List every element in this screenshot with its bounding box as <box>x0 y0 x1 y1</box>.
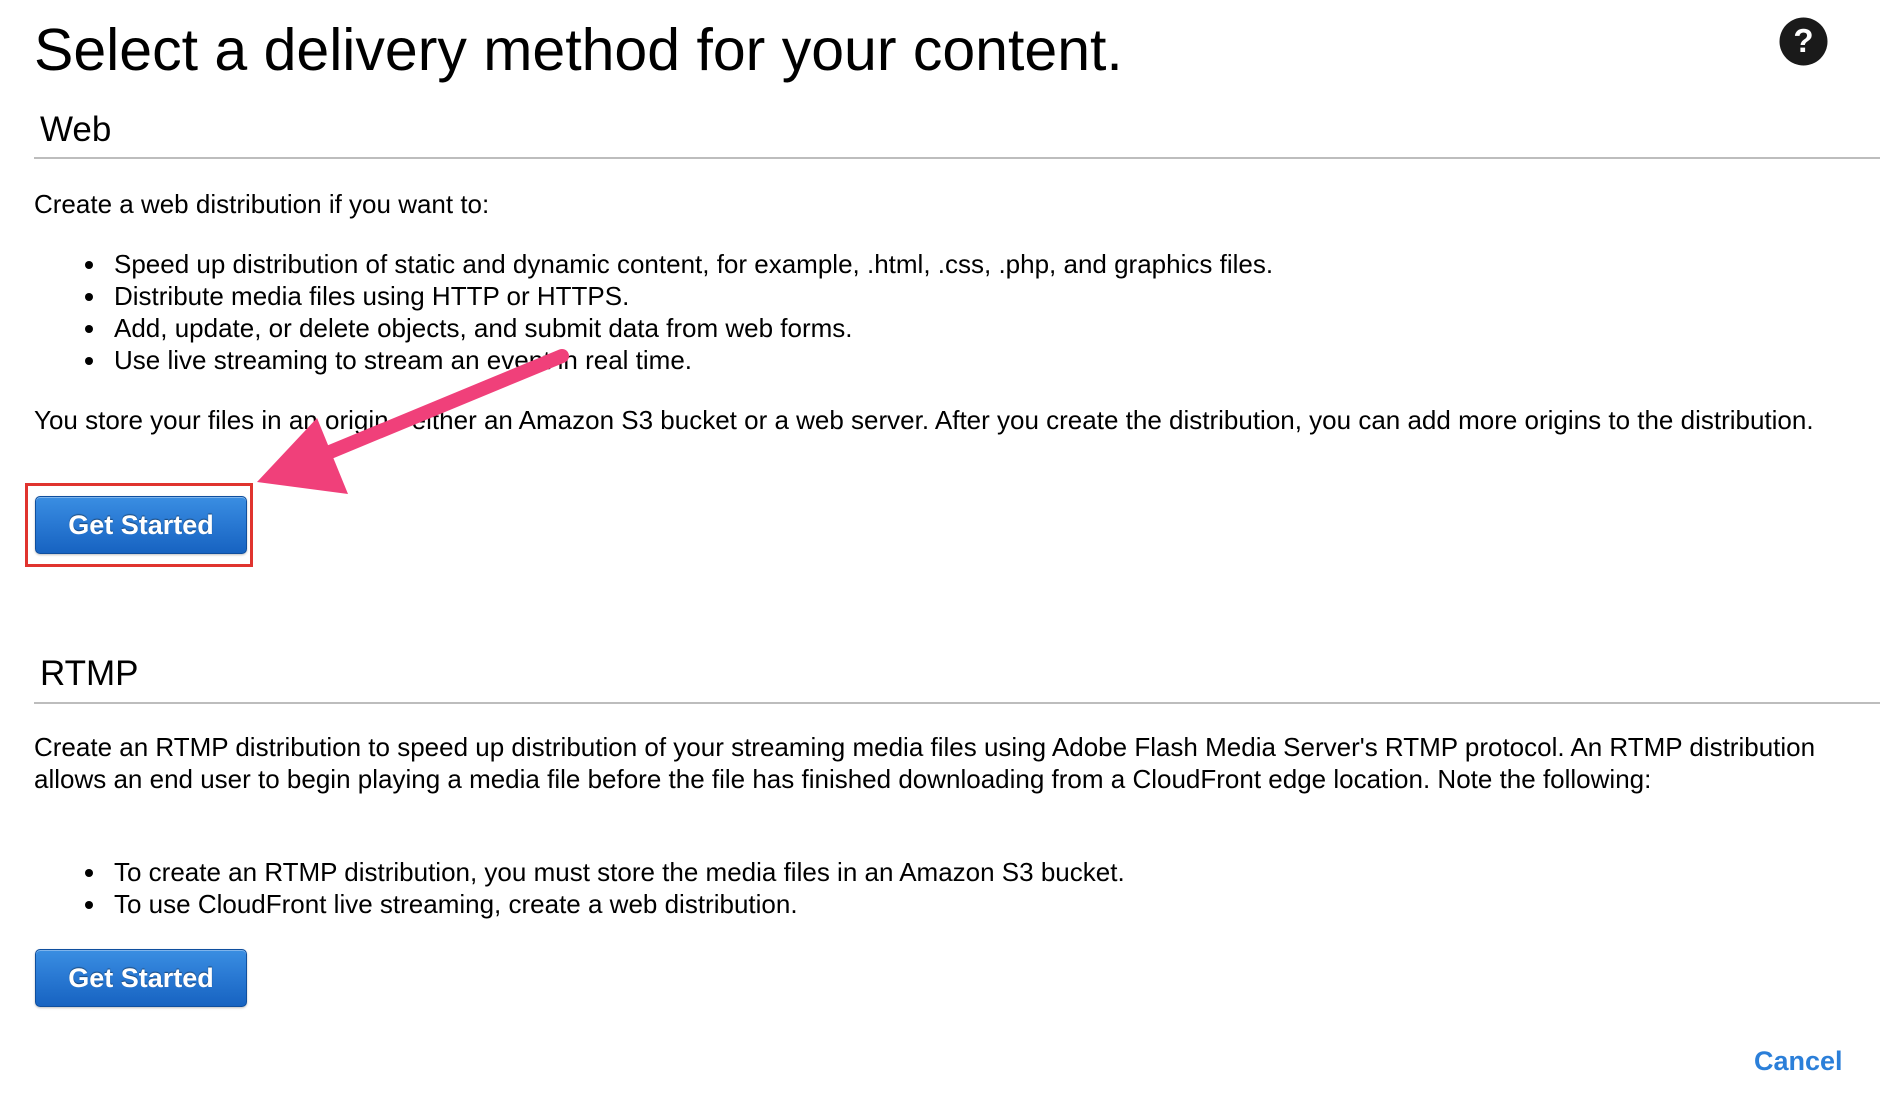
rtmp-section-divider <box>34 702 1880 704</box>
delivery-method-page: Select a delivery method for your conten… <box>0 0 1880 1116</box>
rtmp-bullet-item: To use CloudFront live streaming, create… <box>82 888 1125 920</box>
highlight-box <box>25 483 253 567</box>
web-origin-note: You store your files in an origin - eith… <box>34 405 1814 435</box>
rtmp-section-heading: RTMP <box>40 654 139 693</box>
cancel-link[interactable]: Cancel <box>1754 1046 1843 1077</box>
annotation-arrow <box>257 349 569 494</box>
question-circle-icon[interactable]: ? <box>1779 17 1828 66</box>
web-section-heading: Web <box>40 110 112 149</box>
help-icon-glyph: ? <box>1793 22 1813 59</box>
rtmp-get-started-button[interactable]: Get Started <box>35 949 247 1007</box>
rtmp-bullet-list: To create an RTMP distribution, you must… <box>82 856 1125 920</box>
page-title: Select a delivery method for your conten… <box>34 17 1123 83</box>
web-bullet-list: Speed up distribution of static and dyna… <box>82 248 1273 376</box>
rtmp-intro-text: Create an RTMP distribution to speed up … <box>34 732 1816 794</box>
web-intro-text: Create a web distribution if you want to… <box>34 189 490 219</box>
web-bullet-item: Add, update, or delete objects, and subm… <box>82 312 1273 344</box>
web-bullet-item: Speed up distribution of static and dyna… <box>82 248 1273 280</box>
help-icon-graphic: ? <box>1779 17 1828 66</box>
web-section-divider <box>34 157 1880 159</box>
web-bullet-item: Distribute media files using HTTP or HTT… <box>82 280 1273 312</box>
web-bullet-item: Use live streaming to stream an event in… <box>82 344 1273 376</box>
rtmp-bullet-item: To create an RTMP distribution, you must… <box>82 856 1125 888</box>
